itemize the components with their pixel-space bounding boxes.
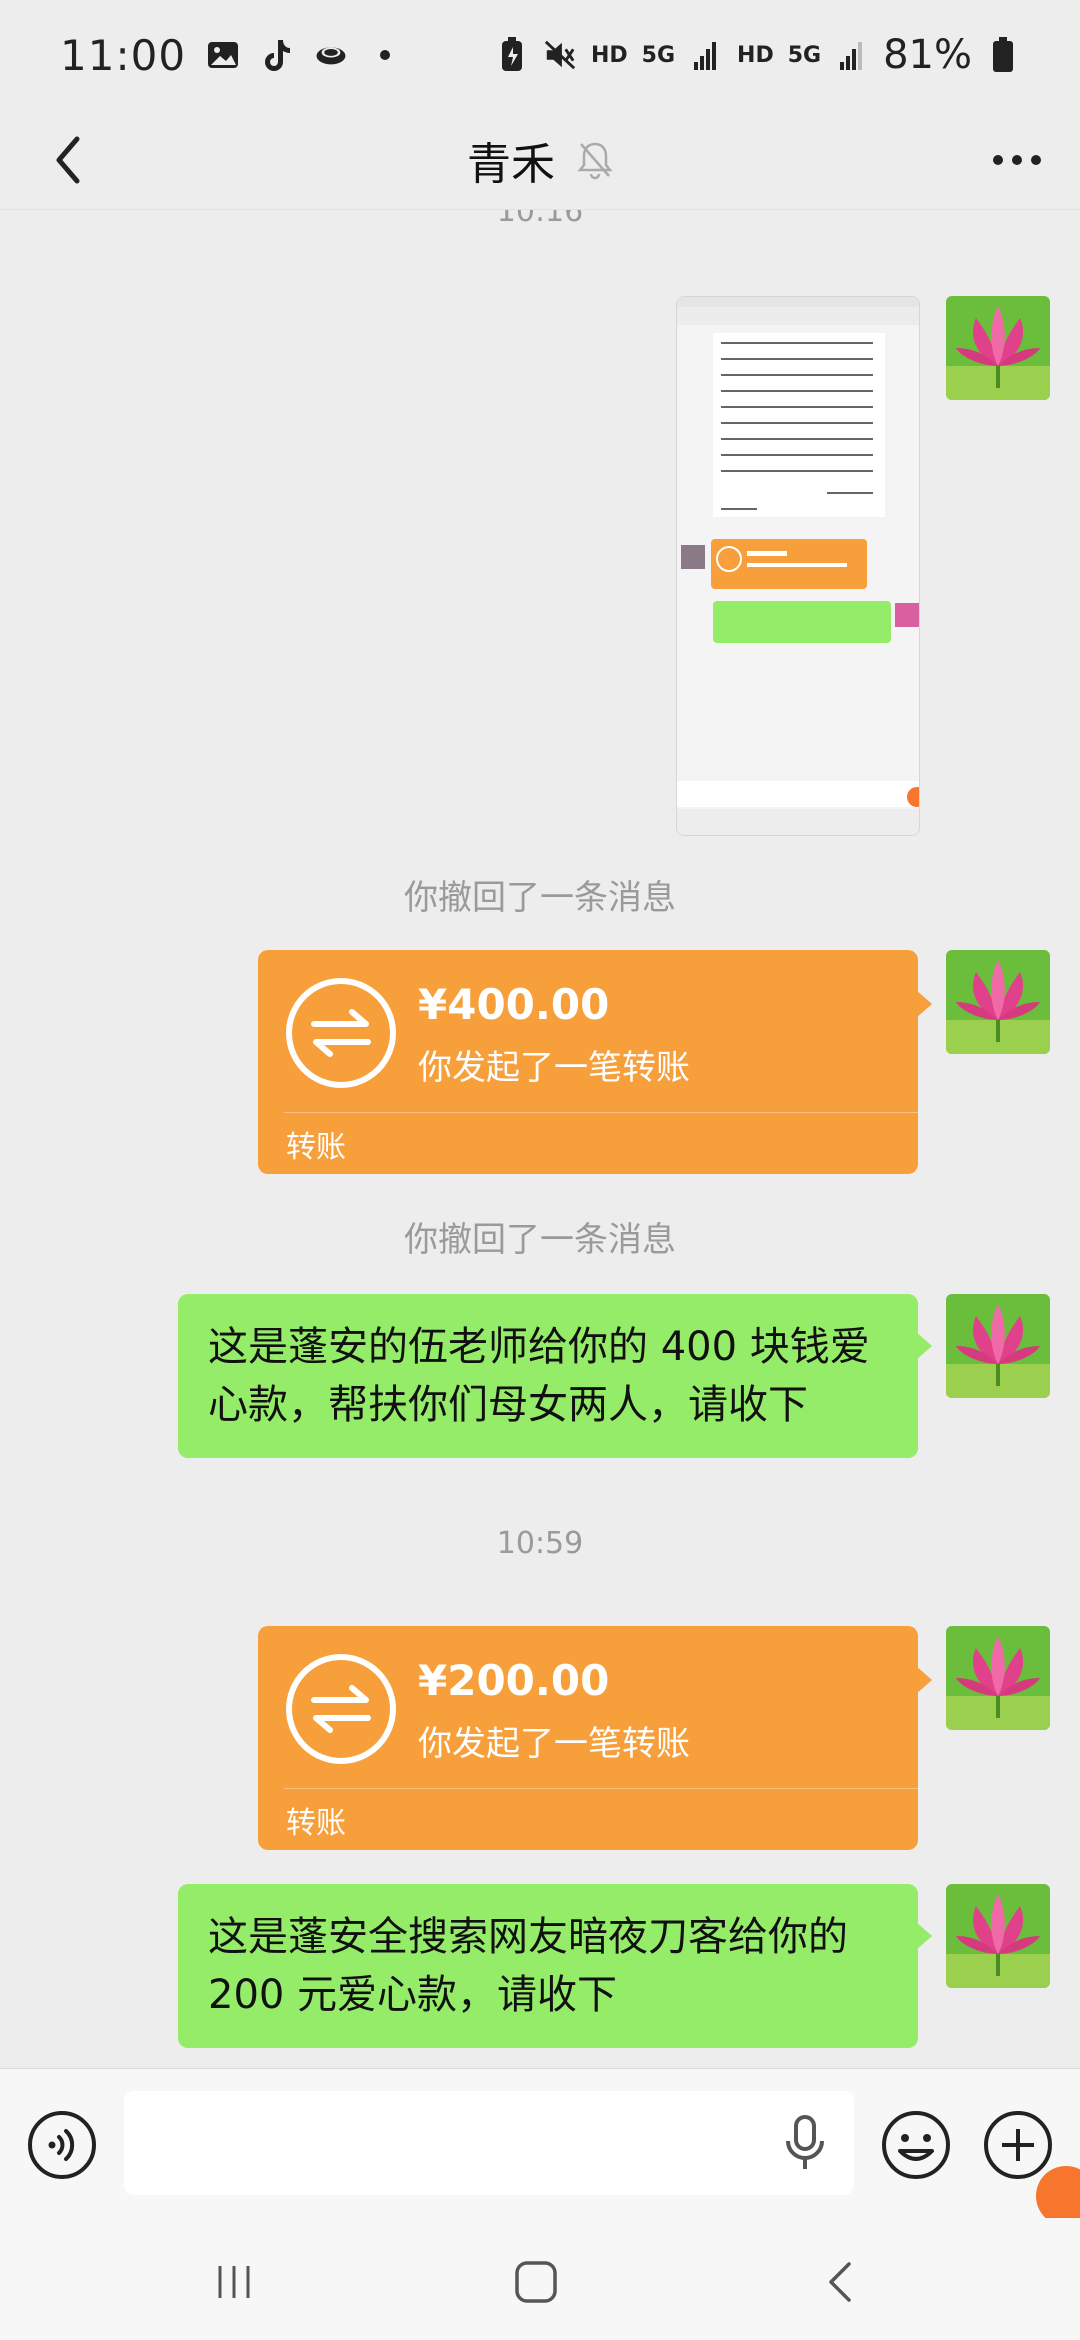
transfer-amount: ¥400.00 bbox=[418, 980, 610, 1029]
lotus-avatar-icon bbox=[946, 1884, 1050, 1988]
signal-icon bbox=[835, 38, 869, 72]
recent-apps-icon bbox=[218, 2266, 250, 2298]
divider bbox=[284, 1788, 918, 1789]
transfer-description: 你发起了一笔转账 bbox=[418, 1724, 690, 1764]
status-bar: 11:00 HD 5G HD 5G 81% bbox=[0, 0, 1080, 110]
title-wrap: 青禾 bbox=[0, 110, 1080, 210]
more-functions-button[interactable] bbox=[982, 2109, 1054, 2181]
sent-text-message[interactable]: 这是蓬安的伍老师给你的 400 块钱爱心款，帮扶你们母女两人，请收下 bbox=[178, 1294, 932, 1458]
net-hd-1: HD bbox=[590, 42, 628, 68]
system-nav-bar bbox=[0, 2218, 1080, 2340]
transfer-card[interactable]: ¥400.00 你发起了一笔转账 转账 bbox=[258, 950, 932, 1174]
mute-icon bbox=[543, 38, 577, 72]
avatar[interactable] bbox=[946, 950, 1050, 1054]
image-message[interactable] bbox=[676, 296, 920, 836]
chat-title: 青禾 bbox=[467, 139, 555, 190]
system-back-button[interactable] bbox=[800, 2242, 880, 2322]
mic-button[interactable] bbox=[780, 2113, 830, 2173]
emoji-button[interactable] bbox=[880, 2109, 952, 2181]
divider bbox=[284, 1112, 918, 1113]
message-input[interactable] bbox=[124, 2091, 854, 2195]
avatar[interactable] bbox=[946, 1884, 1050, 1988]
chevron-left-icon bbox=[56, 136, 80, 184]
back-arrow-icon bbox=[829, 2262, 851, 2302]
status-right: HD 5G HD 5G 81% bbox=[495, 32, 1020, 78]
status-time: 11:00 bbox=[60, 30, 187, 80]
mute-bell-icon bbox=[577, 142, 613, 180]
transfer-amount: ¥200.00 bbox=[418, 1656, 610, 1705]
tiktok-icon bbox=[260, 38, 294, 72]
battery-percent: 81% bbox=[883, 32, 972, 78]
mic-icon bbox=[786, 2115, 824, 2169]
status-left: 11:00 bbox=[60, 31, 402, 80]
more-options-button[interactable] bbox=[982, 130, 1052, 190]
smiley-icon bbox=[882, 2111, 950, 2179]
transfer-card[interactable]: ¥200.00 你发起了一笔转账 转账 bbox=[258, 1626, 932, 1850]
avatar[interactable] bbox=[946, 1626, 1050, 1730]
transfer-label: 转账 bbox=[286, 1130, 346, 1165]
transfer-arrows-icon bbox=[286, 1654, 396, 1764]
chat-header: 青禾 bbox=[0, 110, 1080, 210]
gallery-icon bbox=[206, 38, 240, 72]
home-button[interactable] bbox=[496, 2242, 576, 2322]
transfer-description: 你发起了一笔转账 bbox=[418, 1048, 690, 1088]
home-icon bbox=[515, 2261, 557, 2303]
net-hd-2: HD bbox=[737, 42, 774, 68]
recall-notice: 你撤回了一条消息 bbox=[404, 878, 676, 918]
voice-toggle-button[interactable] bbox=[26, 2109, 98, 2181]
avatar[interactable] bbox=[946, 296, 1050, 400]
signal-icon bbox=[689, 38, 723, 72]
battery-saver-icon bbox=[495, 37, 529, 72]
sent-text-message[interactable]: 这是蓬安全搜索网友暗夜刀客给你的 200 元爱心款，请收下 bbox=[178, 1884, 932, 2048]
plus-icon bbox=[984, 2111, 1052, 2179]
lotus-avatar-icon bbox=[946, 950, 1050, 1054]
input-bar bbox=[0, 2068, 1080, 2218]
transfer-arrows-icon bbox=[286, 978, 396, 1088]
more-dots-icon bbox=[993, 155, 1041, 165]
lotus-avatar-icon bbox=[946, 1626, 1050, 1730]
lotus-avatar-icon bbox=[946, 296, 1050, 400]
timestamp: 10:59 bbox=[496, 1526, 584, 1561]
timestamp: 10:16 bbox=[496, 210, 584, 229]
battery-icon bbox=[986, 37, 1020, 72]
lotus-avatar-icon bbox=[946, 1294, 1050, 1398]
recent-apps-button[interactable] bbox=[194, 2242, 274, 2322]
cloud-icon bbox=[314, 38, 348, 72]
recall-notice: 你撤回了一条消息 bbox=[404, 1220, 676, 1260]
message-list[interactable]: 10:16 你撤回了一条消息 ¥400.00 你发起了一笔转账 转账 你撤回了一… bbox=[0, 210, 1080, 2068]
net-5g-1: 5G bbox=[641, 42, 676, 68]
back-button[interactable] bbox=[38, 130, 98, 190]
notification-dot-icon bbox=[368, 38, 402, 72]
net-5g-2: 5G bbox=[787, 42, 822, 68]
transfer-label: 转账 bbox=[286, 1806, 346, 1841]
voice-wave-icon bbox=[28, 2111, 96, 2179]
screenshot-thumbnail bbox=[677, 297, 919, 835]
avatar[interactable] bbox=[946, 1294, 1050, 1398]
